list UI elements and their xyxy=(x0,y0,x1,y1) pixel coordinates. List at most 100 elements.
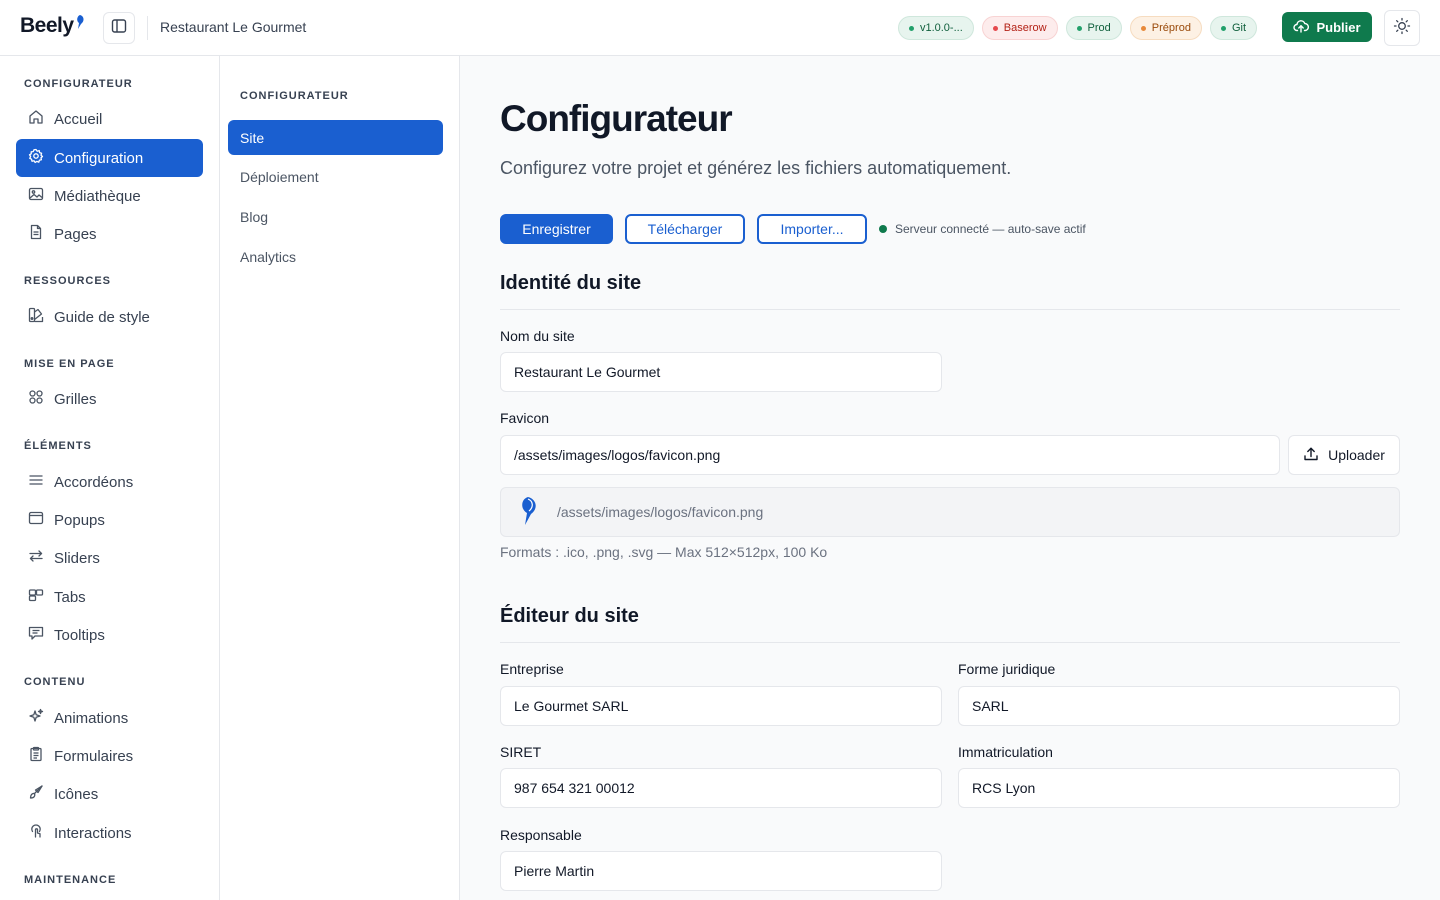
sidebar-item-label: Interactions xyxy=(54,824,132,842)
siret-label: SIRET xyxy=(500,744,542,760)
server-status: Serveur connecté — auto-save actif xyxy=(879,222,1086,236)
status-dot-icon xyxy=(1140,25,1146,31)
sidebar-item-tooltips[interactable]: Tooltips xyxy=(16,616,203,654)
sidebar-item-mediatheque[interactable]: Médiathèque xyxy=(16,177,203,215)
tabs-icon xyxy=(28,587,44,607)
sidebar-item-label: Médiathèque xyxy=(54,187,141,205)
sidebar-item-grilles[interactable]: Grilles xyxy=(16,380,203,418)
sidebar-item-label: Formulaires xyxy=(54,747,134,765)
sidebar-item-label: Popups xyxy=(54,511,105,529)
site-name-input[interactable]: Restaurant Le Gourmet xyxy=(500,352,942,392)
siret-input[interactable]: 987 654 321 00012 xyxy=(500,768,942,808)
badge-label: Prod xyxy=(1087,22,1111,34)
subnav-item-analytics[interactable]: Analytics xyxy=(228,239,443,274)
badge-label: Baserow xyxy=(1003,22,1047,34)
sidebar-item-accordeons[interactable]: Accordéons xyxy=(16,463,203,501)
registration-input[interactable]: RCS Lyon xyxy=(958,768,1400,808)
sparkle-icon xyxy=(28,708,44,728)
section-title-identite: Identité du site xyxy=(500,272,642,294)
badge-preprod[interactable]: Préprod xyxy=(1129,16,1202,40)
registration-label: Immatriculation xyxy=(958,744,1053,760)
badge-prod[interactable]: Prod xyxy=(1065,16,1122,40)
brush-icon xyxy=(28,784,44,804)
status-dot-icon xyxy=(1220,25,1226,31)
file-icon xyxy=(28,224,44,244)
sidebar-section-contenu: CONTENU xyxy=(24,676,86,688)
company-input[interactable]: Le Gourmet SARL xyxy=(500,686,942,726)
page-title: Configurateur xyxy=(500,98,733,139)
sidebar-item-pages[interactable]: Pages xyxy=(16,215,203,253)
sidebar-item-formulaires[interactable]: Formulaires xyxy=(16,737,203,775)
sun-icon xyxy=(1393,17,1411,40)
topbar-divider xyxy=(147,16,148,40)
sidebar-item-configuration[interactable]: Configuration xyxy=(16,139,203,177)
project-name: Restaurant Le Gourmet xyxy=(160,19,307,35)
sidebar-toggle-button[interactable] xyxy=(103,12,135,44)
sidebar-section-ressources: RESSOURCES xyxy=(24,275,112,287)
company-label: Entreprise xyxy=(500,661,564,677)
logo-drop-icon xyxy=(76,11,85,35)
badge-label: Git xyxy=(1231,22,1246,34)
manager-label: Responsable xyxy=(500,827,582,843)
clipboard-icon xyxy=(28,746,44,766)
subnav-item-site[interactable]: Site xyxy=(228,120,443,155)
message-icon xyxy=(28,625,44,645)
favicon-label: Favicon xyxy=(500,410,550,426)
manager-input[interactable]: Pierre Martin xyxy=(500,851,942,891)
sidebar-item-label: Sliders xyxy=(54,549,100,567)
sidebar-section-elements: ÉLÉMENTS xyxy=(24,440,92,452)
logo[interactable]: Beely xyxy=(20,14,85,38)
publish-button[interactable]: Publier xyxy=(1282,12,1372,42)
sidebar-item-tabs[interactable]: Tabs xyxy=(16,578,203,616)
sidebar-item-label: Accordéons xyxy=(54,473,134,491)
subnav-item-blog[interactable]: Blog xyxy=(228,199,443,234)
topbar: Beely Restaurant Le Gourmet v1.0.0-... B… xyxy=(0,0,1440,56)
sidebar-item-guide-de-style[interactable]: Guide de style xyxy=(16,298,203,336)
arrows-icon xyxy=(28,548,44,568)
sidebar-item-interactions[interactable]: Interactions xyxy=(16,814,203,852)
legal-form-input[interactable]: SARL xyxy=(958,686,1400,726)
favicon-input[interactable]: /assets/images/logos/favicon.png xyxy=(500,435,1280,475)
section-title-editeur: Éditeur du site xyxy=(500,605,639,627)
image-icon xyxy=(28,186,44,206)
legal-form-label: Forme juridique xyxy=(958,661,1056,677)
sidebar-item-label: Tooltips xyxy=(54,626,105,644)
sidebar-item-label: Icônes xyxy=(54,785,99,803)
home-icon xyxy=(28,109,44,129)
action-bar: Enregistrer Télécharger Importer... Serv… xyxy=(500,214,1086,244)
badge-git[interactable]: Git xyxy=(1209,16,1257,40)
upload-label: Uploader xyxy=(1328,447,1385,463)
sidebar-item-popups[interactable]: Popups xyxy=(16,501,203,539)
main-content: Configurateur Configurez votre projet et… xyxy=(460,56,1440,900)
badge-baserow[interactable]: Baserow xyxy=(981,16,1058,40)
subnav-item-deploiement[interactable]: Déploiement xyxy=(228,159,443,194)
gear-icon xyxy=(28,148,44,168)
favicon-preview-path: /assets/images/logos/favicon.png xyxy=(557,504,764,520)
download-button[interactable]: Télécharger xyxy=(625,214,745,244)
upload-icon xyxy=(1303,446,1319,465)
main-sidebar: CONFIGURATEUR Accueil Configuration Médi… xyxy=(0,56,220,900)
sidebar-item-label: Accueil xyxy=(54,110,103,128)
import-button[interactable]: Importer... xyxy=(757,214,867,244)
subnav-title: CONFIGURATEUR xyxy=(240,90,349,102)
theme-toggle-button[interactable] xyxy=(1384,10,1420,46)
sidebar-item-accueil[interactable]: Accueil xyxy=(16,100,203,138)
badge-version[interactable]: v1.0.0-... xyxy=(897,16,974,40)
sidebar-item-label: Guide de style xyxy=(54,308,150,326)
status-dot-icon xyxy=(908,25,914,31)
sidebar-item-animations[interactable]: Animations xyxy=(16,699,203,737)
cloud-upload-icon xyxy=(1293,18,1310,37)
section-divider xyxy=(500,309,1400,310)
badge-label: Préprod xyxy=(1151,22,1191,34)
sidebar-item-sliders[interactable]: Sliders xyxy=(16,539,203,577)
sidebar-item-label: Pages xyxy=(54,225,97,243)
status-dot-icon xyxy=(992,25,998,31)
config-subnav: CONFIGURATEUR Site Déploiement Blog Anal… xyxy=(220,56,460,900)
sidebar-panel-icon xyxy=(111,18,127,39)
favicon-preview: /assets/images/logos/favicon.png xyxy=(500,487,1400,537)
badge-label: v1.0.0-... xyxy=(919,22,963,34)
sidebar-item-label: Grilles xyxy=(54,390,97,408)
upload-button[interactable]: Uploader xyxy=(1288,435,1400,475)
sidebar-item-icones[interactable]: Icônes xyxy=(16,775,203,813)
save-button[interactable]: Enregistrer xyxy=(500,214,613,244)
